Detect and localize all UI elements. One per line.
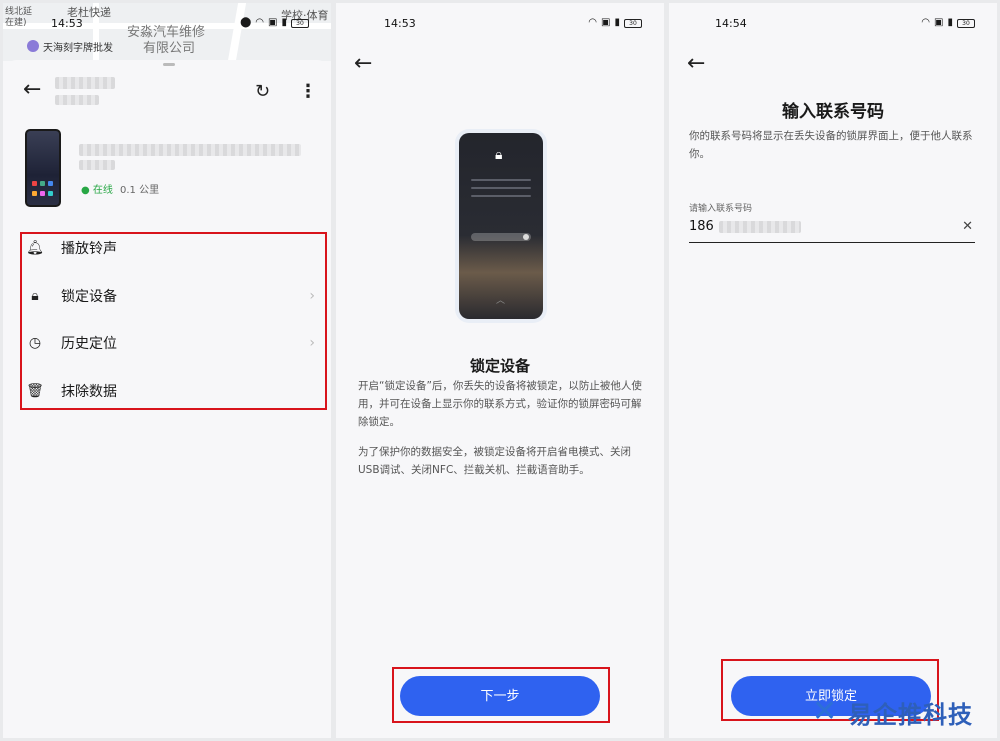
watermark-logo-icon: ✕	[812, 694, 838, 729]
map-label: 在建)	[5, 18, 27, 28]
lock-icon: 🔒︎	[495, 147, 503, 163]
menu-item-label: 播放铃声	[61, 241, 117, 257]
refresh-icon[interactable]: ↻	[255, 81, 270, 102]
sheet-handle[interactable]	[163, 63, 175, 66]
description-text: 你的联系号码将显示在丢失设备的锁屏界面上，便于他人联系你。	[689, 130, 973, 160]
lock-intro-panel: 14:53 ◠ ▣ ▮ 30 ← 🔒︎ ︿ 锁定设备 开启“锁定设备”后，你丢失…	[336, 3, 664, 738]
more-options-icon[interactable]: ⋮	[299, 81, 317, 102]
menu-location-history[interactable]: ◷ 历史定位 ›	[25, 331, 315, 355]
location-icon: ⬤	[240, 17, 252, 28]
back-arrow-icon[interactable]: ←	[354, 53, 372, 75]
chevron-up-icon: ︿	[496, 296, 506, 306]
device-thumbnail	[25, 129, 61, 207]
bell-icon: 🔔︎	[26, 240, 44, 256]
contact-number-panel: 14:54 ◠ ▣ ▮ 30 ← 输入联系号码 你的联系号码将显示在丢失设备的锁…	[669, 3, 997, 738]
battery-icon: 30	[624, 18, 642, 28]
menu-item-label: 锁定设备	[61, 289, 117, 305]
device-distance: 0.1 公里	[120, 185, 160, 196]
menu-play-sound[interactable]: 🔔︎ 播放铃声	[25, 236, 315, 260]
device-location-redacted	[79, 160, 115, 170]
signal-icon: ▮	[947, 17, 953, 28]
wifi-icon: ◠	[588, 17, 598, 28]
device-panel: 线北延 在建) 老杜快递 安淼汽车维修 有限公司 学校·体育 天海刻字牌批发 1…	[3, 3, 331, 738]
hd-icon: ▣	[934, 17, 944, 28]
back-arrow-icon[interactable]: ←	[687, 53, 705, 75]
menu-erase-data[interactable]: 🗑︎ 抹除数据	[25, 379, 315, 403]
signal-icon: ▮	[614, 17, 620, 28]
map-view[interactable]: 线北延 在建) 老杜快递 安淼汽车维修 有限公司 学校·体育 天海刻字牌批发	[3, 3, 331, 61]
status-icons: ⬤ ◠ ▣ ▮ 30	[240, 15, 309, 31]
trash-icon: 🗑︎	[26, 383, 44, 399]
map-pin-icon	[27, 40, 39, 52]
lock-icon: 🔒︎	[31, 288, 39, 304]
hd-icon: ▣	[268, 17, 278, 28]
device-location-redacted	[79, 144, 301, 156]
phone-field[interactable]: ✕	[689, 217, 975, 243]
description-text: 为了保护你的数据安全，被锁定设备将开启省电模式、关闭USB调试、关闭NFC、拦截…	[358, 446, 631, 476]
wifi-icon: ◠	[921, 17, 931, 28]
menu-lock-device[interactable]: 🔒︎ 锁定设备 ›	[25, 284, 315, 308]
phone-number-redacted	[719, 221, 801, 233]
menu-item-label: 历史定位	[61, 336, 117, 352]
clear-icon[interactable]: ✕	[962, 219, 973, 234]
watermark: ✕ 易企推科技	[810, 692, 973, 732]
location-history-icon: ◷	[28, 335, 42, 351]
status-icons: ◠ ▣ ▮ 30	[921, 15, 975, 31]
hd-icon: ▣	[601, 17, 611, 28]
status-time: 14:53	[51, 16, 83, 30]
phone-field-label: 请输入联系号码	[689, 204, 753, 214]
signal-icon: ▮	[281, 17, 287, 28]
back-arrow-icon[interactable]: ←	[23, 79, 41, 101]
map-label: 有限公司	[143, 41, 196, 56]
page-title: 输入联系号码	[782, 102, 884, 122]
battery-icon: 30	[291, 18, 309, 28]
description-text: 开启“锁定设备”后，你丢失的设备将被锁定，以防止被他人使用，并可在设备上显示你的…	[358, 380, 642, 428]
next-button[interactable]: 下一步	[400, 676, 600, 716]
battery-icon: 30	[957, 18, 975, 28]
status-icons: ◠ ▣ ▮ 30	[588, 15, 642, 31]
watermark-text: 易企推科技	[848, 700, 973, 729]
status-time: 14:54	[715, 16, 747, 30]
chevron-right-icon: ›	[309, 335, 315, 351]
wifi-icon: ◠	[255, 17, 265, 28]
menu-item-label: 抹除数据	[61, 384, 117, 400]
lock-illustration: 🔒︎ ︿	[455, 129, 547, 323]
page-title: 锁定设备	[469, 357, 530, 375]
chevron-right-icon: ›	[309, 288, 315, 304]
device-name-redacted	[55, 77, 115, 89]
online-status: ● 在线	[81, 185, 113, 196]
device-model-redacted	[55, 95, 99, 105]
map-label: 天海刻字牌批发	[43, 43, 113, 54]
status-time: 14:53	[384, 16, 416, 30]
